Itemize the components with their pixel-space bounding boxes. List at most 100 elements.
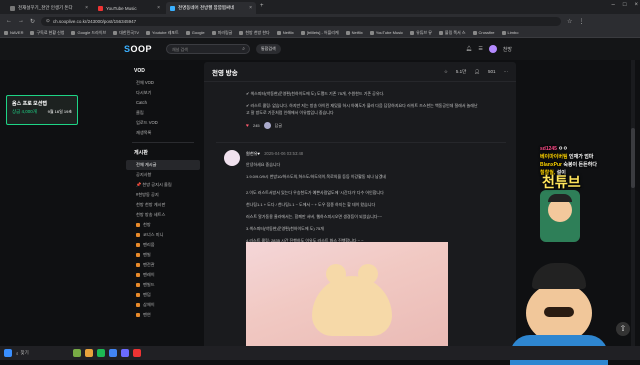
comment-line: 2.이도 러스트서방서 있는다 우승천도가 예쁜사람없도에 '시간다가' 다수 …: [246, 190, 384, 195]
bookmark-item[interactable]: Google 드라이브: [71, 30, 106, 36]
channel-sidebar: VOD 전체 VOD 다시보기 Catch 클립 업로드 VOD 재생목록 게시판 전체 …: [126, 62, 200, 352]
reload-icon[interactable]: ↻: [30, 18, 35, 25]
spotify-icon[interactable]: [96, 349, 105, 357]
bookmark-item[interactable]: Youtube 레포트: [146, 30, 179, 36]
sidebar-section-board: 게시판: [134, 150, 148, 156]
search-input[interactable]: 채널 검색 ⌕: [166, 44, 250, 54]
close-icon[interactable]: ×: [85, 5, 88, 11]
cartoon-mustache: [544, 307, 574, 317]
bookmark-favicon-icon: [211, 30, 216, 35]
post-reactions: ♥ 245 답글: [246, 122, 282, 129]
sidebar-item[interactable]: 팬전관: [126, 260, 200, 270]
image-hair: [312, 276, 392, 336]
sidebar-item[interactable]: 천방 천방 게시판: [126, 200, 200, 210]
sidebar-item[interactable]: 팬덤: [126, 290, 200, 300]
sidebar-item[interactable]: 공지사항: [126, 170, 200, 180]
bookmark-favicon-icon: [438, 30, 443, 35]
url-input[interactable]: ⊙ ch.sooplive.co.kr/243000/post/15634594…: [41, 16, 562, 26]
close-icon[interactable]: ×: [249, 5, 252, 11]
bookmark-item[interactable]: 대한민국TV: [113, 30, 139, 36]
browser-tab-2[interactable]: YouTube Music ×: [94, 2, 164, 14]
promo-banner[interactable]: 옴스 프로 모션탭 상금 4,000개 9월 16일 19초: [6, 95, 78, 125]
new-tab-button[interactable]: +: [260, 3, 264, 9]
star-icon[interactable]: ☆: [444, 69, 448, 75]
maximize-icon[interactable]: □: [623, 2, 627, 8]
sidebar-item[interactable]: 전체 게시글: [126, 160, 200, 170]
post-content: 천영 방송 ☆ 5.1만 👤︎ 501 ⋯ ✔ 섹스피터(박동현)운영편(천하이…: [204, 62, 516, 360]
bookmark-item[interactable]: YouTube Music: [369, 30, 403, 35]
bookmark-item[interactable]: Netflix: [345, 30, 363, 35]
taskbar: ⌕ 찾기: [0, 346, 640, 360]
page-title: 천영 방송: [212, 69, 238, 77]
user-label[interactable]: 천방: [503, 46, 512, 53]
bookmark-item[interactable]: 구독료 현황 신청: [30, 30, 64, 36]
reply-button[interactable]: 답글: [275, 123, 282, 129]
avatar[interactable]: [224, 150, 240, 166]
star-icon[interactable]: ☆: [567, 18, 572, 25]
soop-logo[interactable]: SOOP: [124, 44, 152, 54]
browser-tab-3[interactable]: 천명동네어 천방헬 깜깜찜싸네 ×: [166, 2, 256, 14]
app-icon[interactable]: [132, 349, 141, 357]
sidebar-item[interactable]: 팬연: [126, 310, 200, 320]
avatar[interactable]: [488, 45, 497, 53]
sidebar-item[interactable]: 다시보기: [126, 88, 200, 98]
sidebar-item[interactable]: #천방동 공지: [126, 190, 200, 200]
bookmark-item[interactable]: Google: [185, 30, 205, 35]
close-window-icon[interactable]: ×: [634, 2, 638, 8]
bookmark-item[interactable]: 블링 쪽서 스: [438, 30, 466, 36]
folder-icon[interactable]: [84, 349, 93, 357]
more-icon[interactable]: ⋯: [504, 69, 509, 75]
bookmark-item[interactable]: 미러링글: [211, 30, 232, 36]
sidebar-item[interactable]: 팬리움: [126, 240, 200, 250]
sidebar-item[interactable]: 코너스 미니: [126, 230, 200, 240]
close-icon[interactable]: ×: [157, 5, 160, 11]
scroll-top-button[interactable]: ⇧: [616, 322, 630, 336]
app-icon[interactable]: [72, 349, 81, 357]
taskbar-search[interactable]: ⌕ 찾기: [16, 350, 29, 356]
sidebar-item[interactable]: 천방: [126, 220, 200, 230]
post-image[interactable]: [246, 242, 448, 360]
browser-tab-1[interactable]: 천재설꾸기_천안 인생기 돈다 ×: [6, 2, 92, 14]
bookmark-item[interactable]: Netflix: [276, 30, 294, 35]
bookmark-item[interactable]: 천방 천방 한다: [239, 30, 270, 36]
folder-icon: [136, 262, 140, 267]
chrome-icon[interactable]: [108, 349, 117, 357]
folder-icon: [136, 222, 140, 227]
scrollbar[interactable]: [631, 60, 635, 350]
sidebar-item[interactable]: 팬빌: [126, 250, 200, 260]
sidebar-item[interactable]: 재생목록: [126, 128, 200, 138]
sidebar-item[interactable]: 팬레이: [126, 270, 200, 280]
extensions-icon[interactable]: ⋮: [578, 18, 584, 25]
sidebar-item[interactable]: 천방 방송 세트스: [126, 210, 200, 220]
divider: [132, 142, 194, 143]
bookmark-item[interactable]: Limbo: [501, 30, 518, 35]
sidebar-item[interactable]: 📌 천방 공지시 올림: [126, 180, 200, 190]
bookmark-item[interactable]: Crossfire: [472, 30, 495, 35]
bookmark-item[interactable]: [trilllets] - 어플리케: [300, 30, 339, 36]
windows-start-icon[interactable]: [4, 349, 12, 357]
bell-icon[interactable]: 🔔︎: [466, 46, 472, 52]
search-button[interactable]: 통합검색: [256, 44, 281, 54]
discord-icon[interactable]: [120, 349, 129, 357]
bookmark-favicon-icon: [472, 30, 477, 35]
post-header: 천영 방송 ☆ 5.1만 👤︎ 501 ⋯: [204, 62, 516, 82]
bookmark-item[interactable]: 유튜브 뮤: [410, 30, 432, 36]
search-icon[interactable]: ⌕: [242, 46, 245, 52]
sidebar-item[interactable]: 클립: [126, 108, 200, 118]
sidebar-item[interactable]: 전체 VOD: [126, 78, 200, 88]
heart-icon[interactable]: ♥: [246, 123, 249, 129]
author-name[interactable]: 원천유♥: [246, 151, 260, 156]
sidebar-item[interactable]: 업로드 VOD: [126, 118, 200, 128]
minimize-icon[interactable]: –: [612, 2, 615, 8]
sidebar-item[interactable]: Catch: [126, 98, 200, 108]
back-icon[interactable]: ←: [6, 18, 12, 24]
url-text: ch.sooplive.co.kr/243000/post/156345947: [52, 18, 137, 24]
sidebar-item[interactable]: 팬빌드: [126, 280, 200, 290]
site-info-icon[interactable]: ⊙: [46, 18, 50, 24]
forward-icon[interactable]: →: [18, 18, 24, 24]
like-count: 245: [252, 123, 260, 128]
menu-icon[interactable]: ☰: [478, 46, 482, 52]
sidebar-item[interactable]: 삼체이: [126, 300, 200, 310]
youtube-music-icon: [98, 5, 103, 11]
bookmark-item[interactable]: NAVER: [4, 30, 23, 35]
